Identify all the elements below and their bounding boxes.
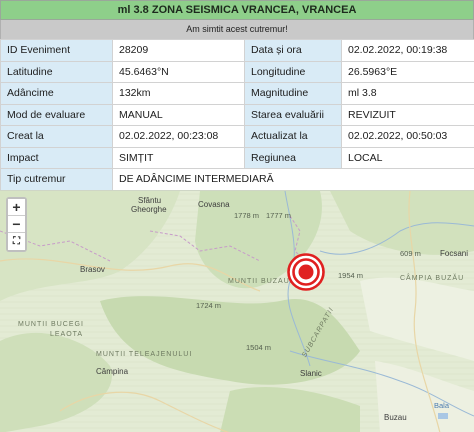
info-value: SIMȚIT [112, 146, 245, 169]
info-value: 02.02.2022, 00:50:03 [341, 125, 474, 148]
info-value: ml 3.8 [341, 82, 474, 105]
info-row: Latitudine 45.6463°N Longitudine 26.5963°E [0, 60, 474, 83]
info-label: Regiunea [244, 146, 342, 169]
info-value: MANUAL [112, 103, 245, 126]
event-map[interactable]: + − ⛶ Covasna Sfântu Gheorghe 1778 m 177… [0, 190, 474, 432]
info-value: 02.02.2022, 00:19:38 [341, 39, 474, 62]
info-row: Mod de evaluare MANUAL Starea evaluării REV… [0, 103, 474, 126]
info-value: 132km [112, 82, 245, 105]
map-label-focsani: Focsani [440, 249, 469, 258]
fullscreen-icon[interactable]: ⛶ [8, 233, 25, 250]
map-label-campina: Câmpina [96, 367, 129, 376]
map-label-elevation-5: 1724 m [196, 301, 222, 310]
info-label: Tip cutremur [0, 168, 113, 191]
info-label: Latitudine [0, 60, 113, 83]
zoom-out-button[interactable]: − [8, 216, 25, 233]
terrain-map-layer [0, 191, 474, 432]
map-label-slanic: Slanic [300, 369, 322, 378]
info-value: REVIZUIT [341, 103, 474, 126]
info-row: Impact SIMȚIT Regiunea LOCAL [0, 146, 474, 169]
map-label-covasna: Covasna [198, 200, 230, 209]
map-label-sfantu: Sfântu [138, 196, 162, 205]
info-label: Mod de evaluare [0, 103, 113, 126]
map-label-elevation-3: 609 m [400, 249, 421, 258]
info-label: Longitudine [244, 60, 342, 83]
info-value: 02.02.2022, 00:23:08 [112, 125, 245, 148]
map-label-leaota: LEAOTA [50, 331, 84, 338]
info-row: ID Eveniment 28209 Data și ora 02.02.2022, … [0, 39, 474, 62]
info-value: LOCAL [341, 146, 474, 169]
info-label: Adâncime [0, 82, 113, 105]
map-label-teleajen: MUNTII TELEAJENULUI [96, 351, 193, 358]
info-label: Starea evaluării [244, 103, 342, 126]
map-label-brasov: Brasov [80, 265, 105, 274]
info-row: Creat la 02.02.2022, 00:23:08 Actualizat l… [0, 125, 474, 148]
map-label-elevation-6: 1504 m [246, 343, 272, 352]
info-value: 26.5963°E [341, 60, 474, 83]
info-row: Adâncime 132km Magnitudine ml 3.8 [0, 82, 474, 105]
epicenter-marker[interactable] [287, 253, 325, 291]
map-label-elevation-4: 1954 m [338, 271, 364, 280]
info-row-type: Tip cutremur DE ADÂNCIME INTERMEDIARĂ [0, 168, 474, 191]
map-label-bucegi: MUNTII BUCEGI [18, 321, 84, 328]
info-value: 28209 [112, 39, 245, 62]
info-label: Creat la [0, 125, 113, 148]
zoom-in-button[interactable]: + [8, 199, 25, 216]
info-label: ID Eveniment [0, 39, 113, 62]
info-label: Data și ora [244, 39, 342, 62]
info-label: Impact [0, 146, 113, 169]
info-label: Actualizat la [244, 125, 342, 148]
info-value: 45.6463°N [112, 60, 245, 83]
zoom-control: + − ⛶ [6, 197, 27, 252]
map-label-bala: Bala [434, 401, 450, 410]
map-label-elevation-2: 1777 m [266, 211, 292, 220]
event-info-table: ID Eveniment 28209 Data și ora 02.02.2022, … [0, 39, 474, 191]
map-label-campia-buzau: CÂMPIA BUZĂU [400, 275, 465, 282]
info-label: Magnitudine [244, 82, 342, 105]
map-label-buzau: Buzau [384, 413, 407, 422]
map-label-gheorghe: Gheorghe [131, 205, 167, 214]
felt-report-link[interactable]: Am simtit acest cutremur! [0, 20, 474, 39]
info-value: DE ADÂNCIME INTERMEDIARĂ [112, 168, 474, 191]
map-label-elevation-1: 1778 m [234, 211, 260, 220]
event-title: ml 3.8 ZONA SEISMICA VRANCEA, VRANCEA [0, 0, 474, 20]
